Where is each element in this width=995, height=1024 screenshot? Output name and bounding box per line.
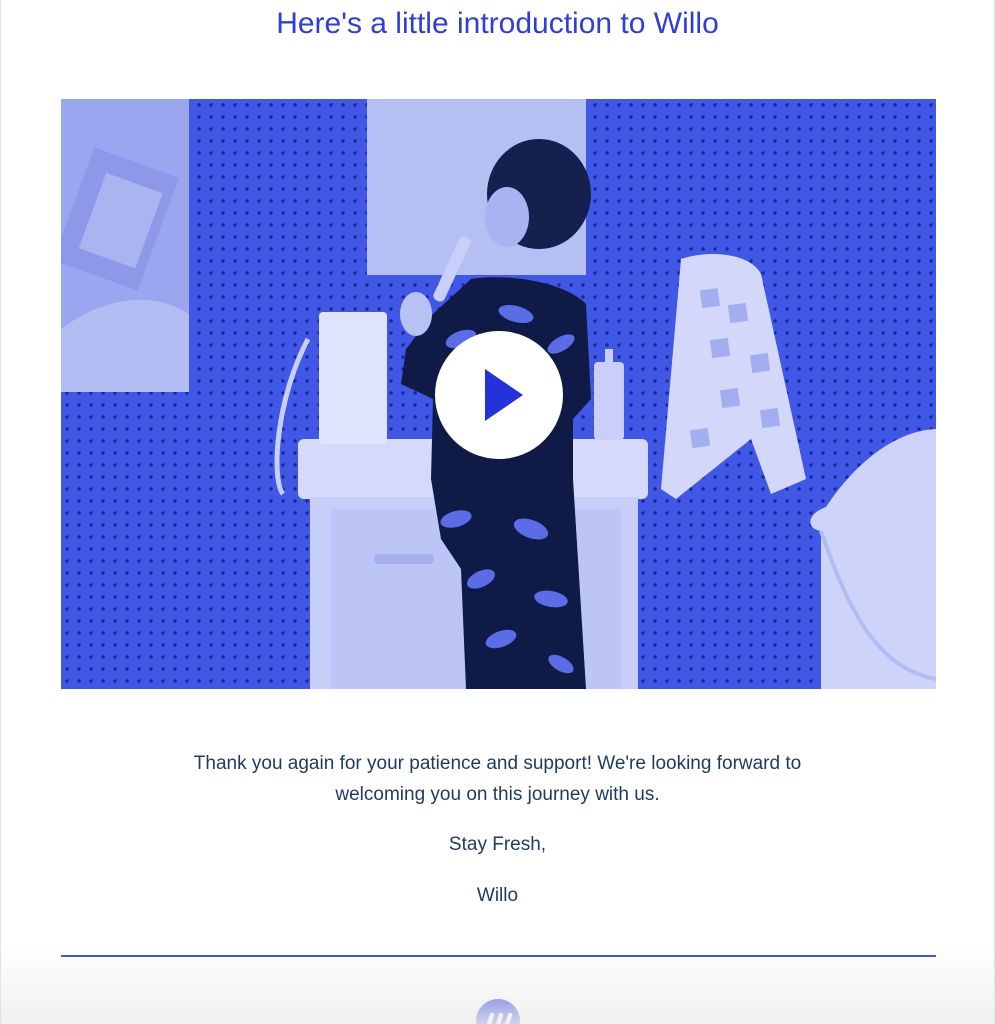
willo-logo-icon[interactable] — [476, 999, 520, 1024]
email-title: Here's a little introduction to Willo — [276, 7, 719, 40]
email-body: Thank you again for your patience and su… — [1, 748, 994, 911]
play-button[interactable] — [435, 331, 563, 459]
play-icon — [485, 369, 523, 421]
thank-you-message: Thank you again for your patience and su… — [193, 753, 802, 805]
email-page: Here's a little introduction to Willo Th… — [0, 0, 995, 1024]
signoff-text: Stay Fresh, — [448, 834, 547, 855]
video-thumbnail[interactable] — [61, 99, 936, 689]
footer-divider — [61, 955, 936, 957]
signature-text: Willo — [476, 885, 519, 906]
